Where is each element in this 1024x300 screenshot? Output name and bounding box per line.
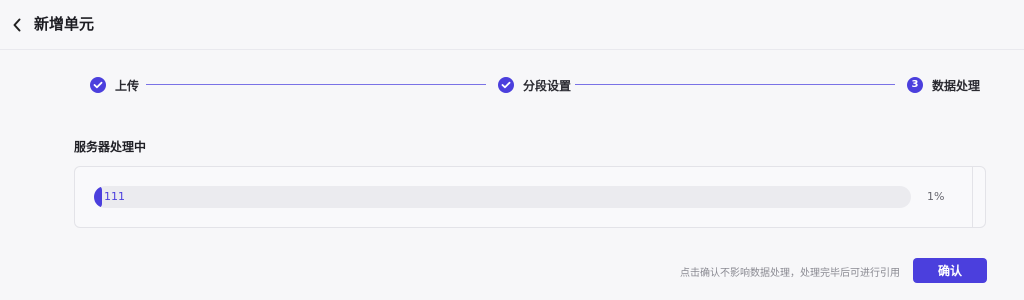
card-divider bbox=[972, 167, 973, 227]
step-segment-settings: 分段设置 bbox=[498, 74, 571, 96]
progress-item-name: 111 bbox=[104, 190, 125, 203]
step-connector bbox=[575, 84, 895, 85]
back-button[interactable] bbox=[6, 14, 28, 36]
page-title: 新增单元 bbox=[34, 15, 95, 33]
step-number: 3 bbox=[911, 79, 919, 90]
chevron-left-icon bbox=[13, 18, 21, 32]
check-circle-icon bbox=[498, 77, 514, 93]
step-label: 分段设置 bbox=[523, 78, 572, 93]
check-circle-icon bbox=[90, 77, 106, 93]
confirm-button[interactable]: 确认 bbox=[913, 258, 987, 283]
stepper: 上传 分段设置 3 数据处理 bbox=[0, 74, 1024, 98]
progress-percent: 1% bbox=[927, 190, 945, 203]
step-label: 上传 bbox=[115, 78, 140, 93]
section-title: 服务器处理中 bbox=[74, 140, 147, 154]
step-number-badge: 3 bbox=[907, 77, 923, 93]
footer-hint: 点击确认不影响数据处理，处理完毕后可进行引用 bbox=[680, 268, 900, 279]
step-label: 数据处理 bbox=[932, 78, 981, 93]
progress-fill bbox=[94, 186, 103, 208]
step-upload: 上传 bbox=[90, 74, 139, 96]
top-bar: 新增单元 bbox=[0, 0, 1024, 50]
progress-card: 111 1% bbox=[74, 166, 986, 228]
step-data-processing: 3 数据处理 bbox=[907, 74, 980, 96]
step-connector bbox=[146, 84, 486, 85]
progress-track: 111 bbox=[94, 186, 911, 208]
